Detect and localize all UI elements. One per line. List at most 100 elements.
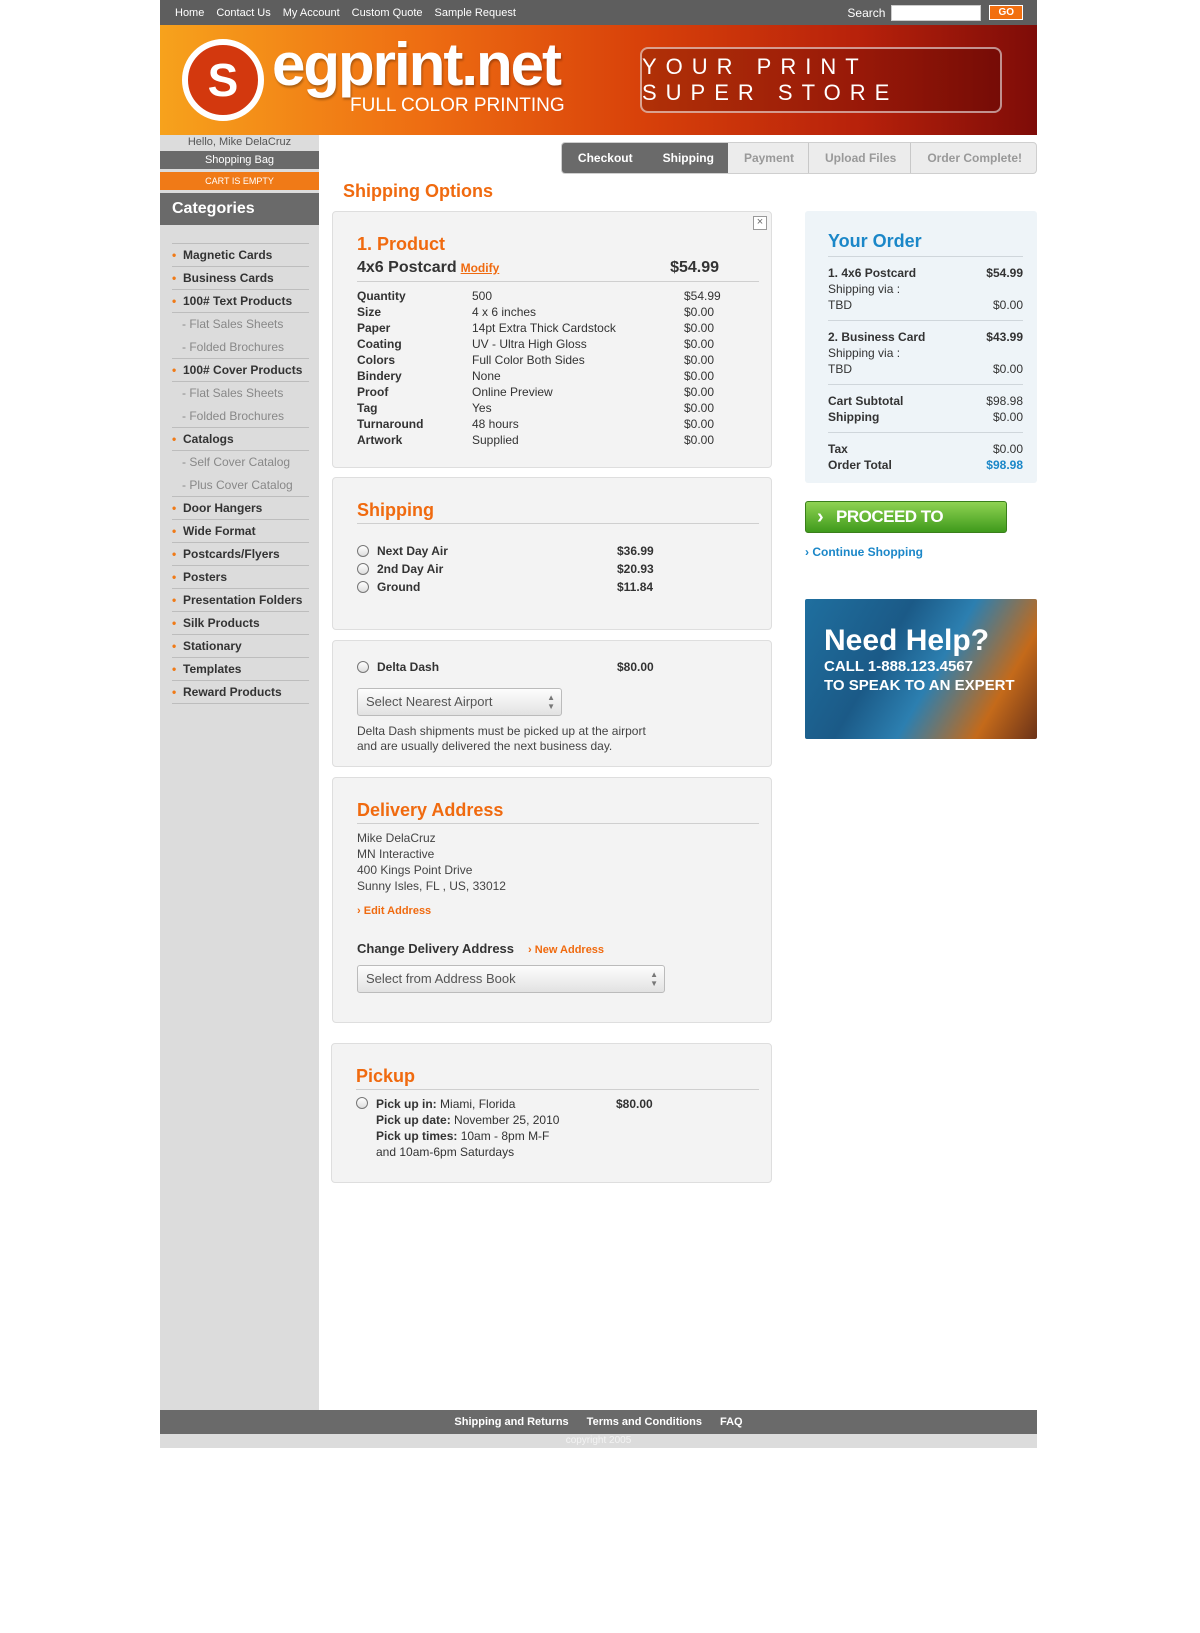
address-line: 400 Kings Point Drive (357, 863, 473, 877)
shipping-option[interactable]: 2nd Day Air $20.93 (357, 560, 759, 578)
radio-button[interactable] (356, 1097, 368, 1109)
go-button[interactable]: GO (989, 5, 1023, 20)
product-specs: Quantity 500 $54.99 Size 4 x 6 inches $0.00 Pa… (357, 288, 759, 448)
continue-shopping-label: Continue Shopping (812, 545, 923, 559)
category-item[interactable]: 100# Cover Products (172, 359, 309, 382)
product-price: $54.99 (670, 259, 719, 276)
shipping-option[interactable]: Ground $11.84 (357, 578, 759, 596)
logo-text[interactable]: egprint.net (272, 35, 562, 95)
footer: Shipping and Returns Terms and Condition… (160, 1410, 1037, 1434)
order-item-via: Shipping via : (828, 282, 901, 296)
spec-value: 48 hours (472, 417, 519, 431)
category-item[interactable]: Business Cards (172, 267, 309, 290)
category-subitem[interactable]: - Self Cover Catalog (172, 451, 309, 474)
step-payment[interactable]: Payment (728, 143, 809, 173)
step-checkout[interactable]: Checkout (561, 143, 647, 173)
nav-custom-quote-link[interactable]: Custom Quote (352, 7, 423, 19)
radio-button[interactable] (357, 661, 369, 673)
total-label: Order Total (828, 458, 892, 472)
category-item[interactable]: 100# Text Products (172, 290, 309, 313)
checkout-progress: Checkout Shipping Payment Upload Files O… (560, 142, 1037, 174)
category-item[interactable]: Reward Products (172, 681, 309, 704)
proceed-to-checkout-button[interactable]: › PROCEED TO CHECKOUT (805, 501, 1007, 556)
pickup-times-label: Pick up times: (376, 1129, 458, 1143)
tax-label: Tax (828, 442, 848, 456)
nav-account-link[interactable]: My Account (283, 7, 340, 19)
delta-dash-panel: Delta Dash $80.00 Select Nearest Airport… (332, 640, 772, 767)
category-item[interactable]: Posters (172, 566, 309, 589)
continue-shopping-link[interactable]: › Continue Shopping (805, 545, 923, 559)
airport-select[interactable]: Select Nearest Airport ▲ ▼ (357, 688, 562, 716)
logo-icon[interactable]: S (182, 39, 264, 121)
spec-value: Full Color Both Sides (472, 353, 585, 367)
category-subitem[interactable]: - Folded Brochures (172, 336, 309, 359)
step-upload-files[interactable]: Upload Files (809, 143, 912, 173)
nav-sample-request-link[interactable]: Sample Request (435, 7, 516, 19)
select-arrows-icon: ▲ ▼ (547, 693, 555, 711)
logo-subtitle: FULL COLOR PRINTING (350, 95, 565, 116)
pickup-heading: Pickup (356, 1066, 759, 1090)
spec-value: None (472, 369, 501, 383)
new-address-link[interactable]: › New Address (528, 944, 604, 956)
shipping-option-label: Ground (377, 580, 421, 594)
category-item[interactable]: Wide Format (172, 520, 309, 543)
radio-button[interactable] (357, 563, 369, 575)
spec-value: UV - Ultra High Gloss (472, 337, 587, 351)
category-item[interactable]: Catalogs (172, 428, 309, 451)
footer-link-shipping-returns[interactable]: Shipping and Returns (454, 1416, 568, 1428)
pickup-date-value: November 25, 2010 (454, 1113, 560, 1127)
chevron-right-icon: › (357, 905, 361, 917)
radio-button[interactable] (357, 581, 369, 593)
footer-link-terms[interactable]: Terms and Conditions (587, 1416, 702, 1428)
step-order-complete[interactable]: Order Complete! (911, 143, 1036, 173)
order-heading: Your Order (828, 231, 1023, 257)
delta-note-line: Delta Dash shipments must be picked up a… (357, 724, 646, 738)
modify-link[interactable]: Modify (461, 261, 500, 275)
order-totals: Tax $0.00 Order Total $98.98 (828, 433, 1023, 473)
spec-key: Turnaround (357, 417, 424, 431)
category-subitem[interactable]: - Plus Cover Catalog (172, 474, 309, 497)
shipping-heading: Shipping (357, 500, 759, 524)
spec-price: $0.00 (684, 305, 715, 319)
category-item[interactable]: Silk Products (172, 612, 309, 635)
select-arrows-icon: ▲ ▼ (650, 970, 658, 988)
search-input[interactable] (891, 4, 982, 21)
category-subitem[interactable]: - Folded Brochures (172, 405, 309, 428)
nav-home-link[interactable]: Home (175, 7, 204, 19)
category-item[interactable]: Magnetic Cards (172, 244, 309, 267)
change-address-label: Change Delivery Address (357, 941, 515, 956)
delta-dash-option[interactable]: Delta Dash $80.00 (357, 658, 759, 676)
nav-contact-link[interactable]: Contact Us (216, 7, 270, 19)
category-item[interactable]: Presentation Folders (172, 589, 309, 612)
category-item[interactable]: Postcards/Flyers (172, 543, 309, 566)
category-subitem[interactable]: - Flat Sales Sheets (172, 313, 309, 336)
chevron-right-icon: › (817, 506, 824, 528)
shipping-option-label: 2nd Day Air (377, 562, 444, 576)
shipping-option[interactable]: Next Day Air $36.99 (357, 542, 759, 560)
spec-key: Bindery (357, 369, 402, 383)
order-item-method: TBD (828, 362, 852, 376)
need-help-banner[interactable]: Need Help? CALL 1-888.123.4567 TO SPEAK … (805, 599, 1037, 739)
radio-button[interactable] (357, 545, 369, 557)
spec-price: $54.99 (684, 289, 721, 303)
step-shipping[interactable]: Shipping (646, 143, 728, 173)
category-item[interactable]: Door Hangers (172, 497, 309, 520)
pickup-details: Pick up in: Miami, Florida Pick up date:… (376, 1096, 616, 1160)
shopping-bag-button[interactable]: Shopping Bag (160, 151, 319, 169)
help-line: CALL 1-888.123.4567 (824, 658, 973, 675)
shipping-option-price: $36.99 (617, 544, 654, 558)
footer-link-faq[interactable]: FAQ (720, 1416, 743, 1428)
subtotal-label: Cart Subtotal (828, 394, 904, 408)
spec-price: $0.00 (684, 369, 715, 383)
page-title: Shipping Options (343, 181, 493, 201)
product-heading: 1. Product (357, 234, 446, 254)
address-book-select[interactable]: Select from Address Book ▲ ▼ (357, 965, 665, 993)
order-subtotals: Cart Subtotal $98.98 Shipping $0.00 (828, 385, 1023, 433)
category-item[interactable]: Templates (172, 658, 309, 681)
close-icon[interactable]: × (753, 216, 767, 230)
edit-address-link[interactable]: › Edit Address (357, 905, 431, 917)
delta-dash-label: Delta Dash (377, 660, 440, 674)
category-item[interactable]: Stationary (172, 635, 309, 658)
pickup-option[interactable]: Pick up in: Miami, Florida Pick up date:… (356, 1096, 759, 1160)
category-subitem[interactable]: - Flat Sales Sheets (172, 382, 309, 405)
